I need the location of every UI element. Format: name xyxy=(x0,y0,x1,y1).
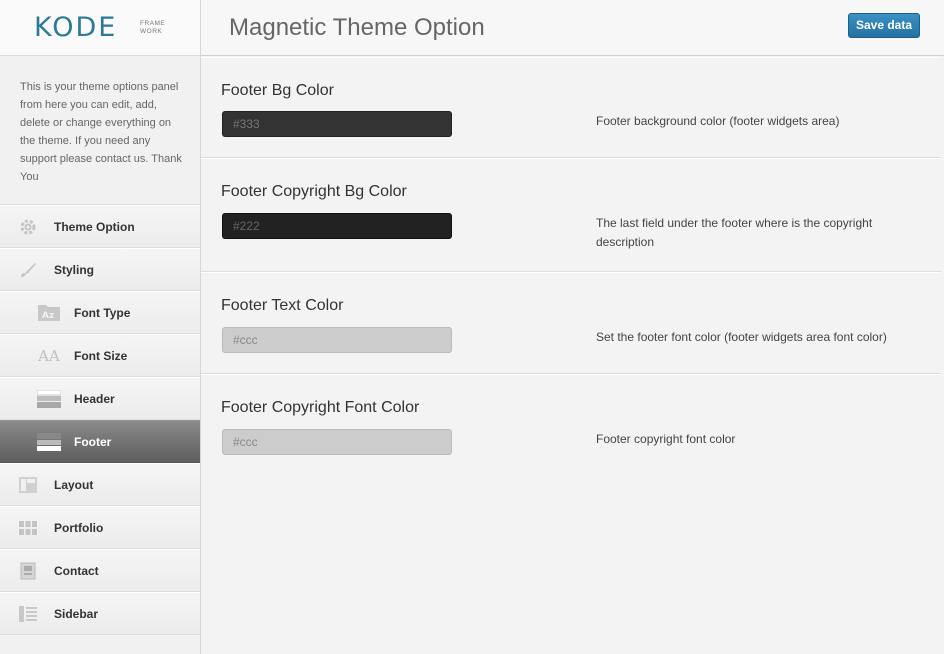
footer-layout-icon xyxy=(36,432,62,451)
footer-bg-color-input[interactable] xyxy=(222,111,452,137)
sidebar-item-label: Styling xyxy=(54,262,95,277)
sidebar-item-label: Footer xyxy=(74,434,112,449)
sidebar-item-label: Portfolio xyxy=(54,520,104,535)
sidebar-item-label: Theme Option xyxy=(54,219,135,234)
font-size-icon-text: AA xyxy=(38,346,60,365)
font-type-icon: Az xyxy=(36,304,62,322)
option-label: Footer Copyright Font Color xyxy=(221,399,420,416)
option-description: The last field under the footer where is… xyxy=(596,216,873,249)
sidebar-item-font-size[interactable]: AA Font Size xyxy=(0,334,200,377)
sidebar-item-label: Contact xyxy=(54,563,99,578)
option-row-footer-text-color: Footer Text Color Set the footer font co… xyxy=(201,272,941,374)
header-layout-icon xyxy=(36,389,62,408)
sidebar-item-label: Layout xyxy=(54,477,94,492)
option-row-footer-bg-color: Footer Bg Color Footer background color … xyxy=(201,57,941,158)
sidebar-item-footer[interactable]: Footer xyxy=(0,420,200,463)
footer-text-color-input[interactable] xyxy=(222,327,452,353)
svg-text:Az: Az xyxy=(42,311,54,321)
sidebar-item-label: Header xyxy=(74,391,115,406)
sidebar-item-sidebar[interactable]: Sidebar xyxy=(0,592,200,635)
page-header: Magnetic Theme Option Save data xyxy=(201,0,944,56)
intro-text: This is your theme options panel from he… xyxy=(0,56,200,205)
layout-icon xyxy=(18,476,38,494)
option-label: Footer Copyright Bg Color xyxy=(221,183,407,200)
options-content: Footer Bg Color Footer background color … xyxy=(201,57,941,476)
list-icon xyxy=(18,605,38,623)
sidebar-item-layout[interactable]: Layout xyxy=(0,463,200,506)
option-row-footer-copyright-font-color: Footer Copyright Font Color Footer copyr… xyxy=(201,374,941,476)
save-button[interactable]: Save data xyxy=(848,13,920,38)
sidebar-item-portfolio[interactable]: Portfolio xyxy=(0,506,200,549)
logo-subtitle: FRAME WORK xyxy=(140,20,166,35)
contact-icon xyxy=(18,562,38,580)
option-label: Footer Bg Color xyxy=(221,82,334,99)
sidebar-item-label: Sidebar xyxy=(54,606,99,621)
sidebar-nav: Theme Option Styling Az Font Type AA Fon… xyxy=(0,205,200,635)
grid-icon xyxy=(18,519,38,537)
sidebar-item-styling[interactable]: Styling xyxy=(0,248,200,291)
option-description: Set the footer font color (footer widget… xyxy=(596,330,887,344)
sidebar-item-contact[interactable]: Contact xyxy=(0,549,200,592)
sidebar-item-header[interactable]: Header xyxy=(0,377,200,420)
sidebar: KODE FRAME WORK This is your theme option… xyxy=(0,0,201,654)
option-row-footer-copyright-bg-color: Footer Copyright Bg Color The last field… xyxy=(201,158,941,272)
sidebar-item-theme-option[interactable]: Theme Option xyxy=(0,205,200,248)
logo-area: KODE FRAME WORK xyxy=(0,0,200,56)
logo: KODE xyxy=(34,12,118,43)
font-size-icon: AA xyxy=(36,347,62,365)
footer-copyright-bg-color-input[interactable] xyxy=(222,213,452,239)
option-description: Footer copyright font color xyxy=(596,432,736,446)
option-description: Footer background color (footer widgets … xyxy=(596,114,840,128)
sidebar-item-label: Font Type xyxy=(74,305,131,320)
gear-icon xyxy=(18,218,38,236)
sidebar-item-font-type[interactable]: Az Font Type xyxy=(0,291,200,334)
page-title: Magnetic Theme Option xyxy=(229,14,485,41)
sidebar-item-label: Font Size xyxy=(74,348,128,363)
brush-icon xyxy=(18,261,38,279)
footer-copyright-font-color-input[interactable] xyxy=(222,429,452,455)
option-label: Footer Text Color xyxy=(221,297,344,314)
